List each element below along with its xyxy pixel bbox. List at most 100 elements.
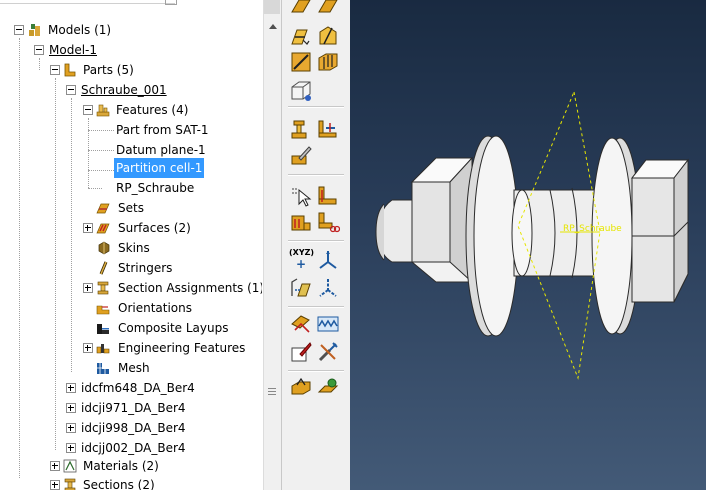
assign-section-icon[interactable]	[289, 118, 313, 142]
viewport[interactable]: RP_Schraube	[350, 0, 706, 490]
part-manager-icon[interactable]	[316, 374, 340, 398]
tree-item-label: Composite Layups	[118, 321, 229, 335]
delete-surface-icon[interactable]	[316, 210, 340, 234]
tree-item-label: idcji971_DA_Ber4	[81, 401, 186, 415]
query-icon[interactable]	[289, 184, 313, 208]
create-datum-axis-icon[interactable]	[316, 0, 340, 16]
datum-csys-icon[interactable]	[316, 248, 340, 272]
expand-icon[interactable]	[66, 443, 76, 453]
section-assignments-icon	[97, 281, 109, 295]
expand-icon[interactable]	[50, 480, 60, 490]
collapse-icon[interactable]	[14, 25, 24, 35]
tree-item-label: idcji998_DA_Ber4	[81, 421, 186, 435]
create-cut-icon[interactable]	[289, 78, 313, 102]
create-wire-icon[interactable]	[289, 312, 313, 336]
expand-icon[interactable]	[83, 283, 93, 293]
tree-item-features[interactable]: Features (4)	[0, 100, 262, 120]
partition-cell-extrude-icon[interactable]	[316, 50, 340, 74]
scroll-up-arrow-icon[interactable]	[264, 20, 281, 34]
rp-schraube-label: RP_Schraube	[563, 224, 622, 234]
toolbox-separator	[288, 174, 344, 176]
tree-item-datum-plane[interactable]: Datum plane-1	[0, 140, 262, 160]
tree-item-stringers[interactable]: Stringers	[0, 258, 262, 278]
collapse-icon[interactable]	[50, 65, 60, 75]
washer-right	[591, 137, 633, 335]
tree-item-composite-layups[interactable]: Composite Layups	[0, 318, 262, 338]
datum-csys-3point-icon[interactable]	[316, 276, 340, 300]
washer-left	[473, 135, 519, 337]
create-spring-icon[interactable]	[316, 312, 340, 336]
tree-item-section-assignments[interactable]: Section Assignments (1)	[0, 278, 262, 298]
tree-item-part[interactable]: idcji998_DA_Ber4	[0, 418, 262, 438]
tree-item-mesh[interactable]: Mesh	[0, 358, 262, 378]
tree-item-label: Parts (5)	[83, 63, 134, 77]
tree-scrollbar[interactable]	[263, 0, 281, 490]
tree-item-label: Sets	[118, 201, 144, 215]
datum-plane-icon[interactable]	[289, 276, 313, 300]
tree-item-label: idcjj002_DA_Ber4	[81, 441, 186, 455]
tree-item-rp-schraube[interactable]: RP_Schraube	[0, 178, 262, 198]
toolbox-separator	[288, 306, 344, 308]
create-set-icon[interactable]	[316, 184, 340, 208]
tree-item-sets[interactable]: Sets	[0, 198, 262, 218]
tree-item-schraube-001[interactable]: Schraube_001	[0, 80, 262, 100]
create-datum-icon[interactable]	[289, 0, 313, 16]
toolbox-separator	[288, 106, 344, 108]
tree-item-label: Materials (2)	[83, 459, 159, 473]
tree-item-part-from-sat[interactable]: Part from SAT-1	[0, 120, 262, 140]
repair-tools-icon[interactable]	[316, 340, 340, 364]
tree-item-part[interactable]: idcjj002_DA_Ber4	[0, 438, 262, 458]
create-part-icon[interactable]	[289, 374, 313, 398]
model-tree[interactable]: Models (1) Model-1 Parts (5) Schraube_00…	[0, 0, 262, 490]
tree-item-label: idcfm648_DA_Ber4	[81, 381, 195, 395]
tree-item-label: Partition cell-1	[114, 158, 205, 178]
toolbox: (XYZ) +	[281, 0, 350, 490]
hex-head-right-side-face	[673, 158, 689, 303]
tree-item-models[interactable]: Models (1)	[0, 20, 262, 40]
skins-icon	[98, 241, 110, 255]
hex-head-right-front-face	[631, 177, 675, 303]
tree-item-surfaces[interactable]: Surfaces (2)	[0, 218, 262, 238]
expand-icon[interactable]	[83, 343, 93, 353]
expand-icon[interactable]	[83, 223, 93, 233]
partition-face-sketch-icon[interactable]	[289, 50, 313, 74]
tree-item-engineering-features[interactable]: Engineering Features	[0, 338, 262, 358]
partition-face-icon[interactable]	[289, 24, 313, 48]
edit-wire-icon[interactable]	[289, 340, 313, 364]
create-reference-point-icon[interactable]: (XYZ) +	[289, 248, 315, 272]
hex-nut-left-front-face	[411, 181, 451, 263]
tree-item-materials[interactable]: Materials (2)	[0, 456, 262, 476]
engineering-features-icon	[96, 344, 110, 354]
tree-item-sections[interactable]: Sections (2)	[0, 475, 262, 490]
tree-item-parts[interactable]: Parts (5)	[0, 60, 262, 80]
expand-icon[interactable]	[50, 461, 60, 471]
scrollbar-thumb[interactable]	[264, 0, 280, 14]
expand-icon[interactable]	[66, 423, 76, 433]
create-surface-icon[interactable]	[289, 210, 313, 234]
tree-item-label: Part from SAT-1	[116, 123, 209, 137]
tree-item-part[interactable]: idcji971_DA_Ber4	[0, 398, 262, 418]
stringers-icon	[99, 261, 108, 275]
edit-feature-icon[interactable]	[289, 144, 313, 168]
orientations-icon	[96, 305, 110, 315]
tree-top-edge	[0, 0, 262, 8]
mesh-icon	[97, 363, 109, 374]
tree-item-model-1[interactable]: Model-1	[0, 40, 262, 60]
tree-item-skins[interactable]: Skins	[0, 238, 262, 258]
tree-item-part[interactable]: idcfm648_DA_Ber4	[0, 378, 262, 398]
expand-icon[interactable]	[66, 403, 76, 413]
tree-item-orientations[interactable]: Orientations	[0, 298, 262, 318]
parts-icon	[64, 63, 76, 77]
partition-cell-icon[interactable]	[316, 24, 340, 48]
collapse-icon[interactable]	[34, 45, 44, 55]
coord-label: (XYZ)	[289, 248, 315, 257]
sections-icon	[64, 478, 76, 490]
collapse-icon[interactable]	[66, 85, 76, 95]
scrollbar-grip-icon	[268, 388, 276, 396]
tree-item-partition-cell[interactable]: Partition cell-1	[0, 158, 262, 178]
expand-icon[interactable]	[66, 383, 76, 393]
bolt-model-render: RP_Schraube	[375, 90, 690, 380]
assign-orientation-icon[interactable]	[316, 118, 340, 142]
collapse-icon[interactable]	[83, 105, 93, 115]
tree-item-label: Schraube_001	[81, 83, 167, 97]
